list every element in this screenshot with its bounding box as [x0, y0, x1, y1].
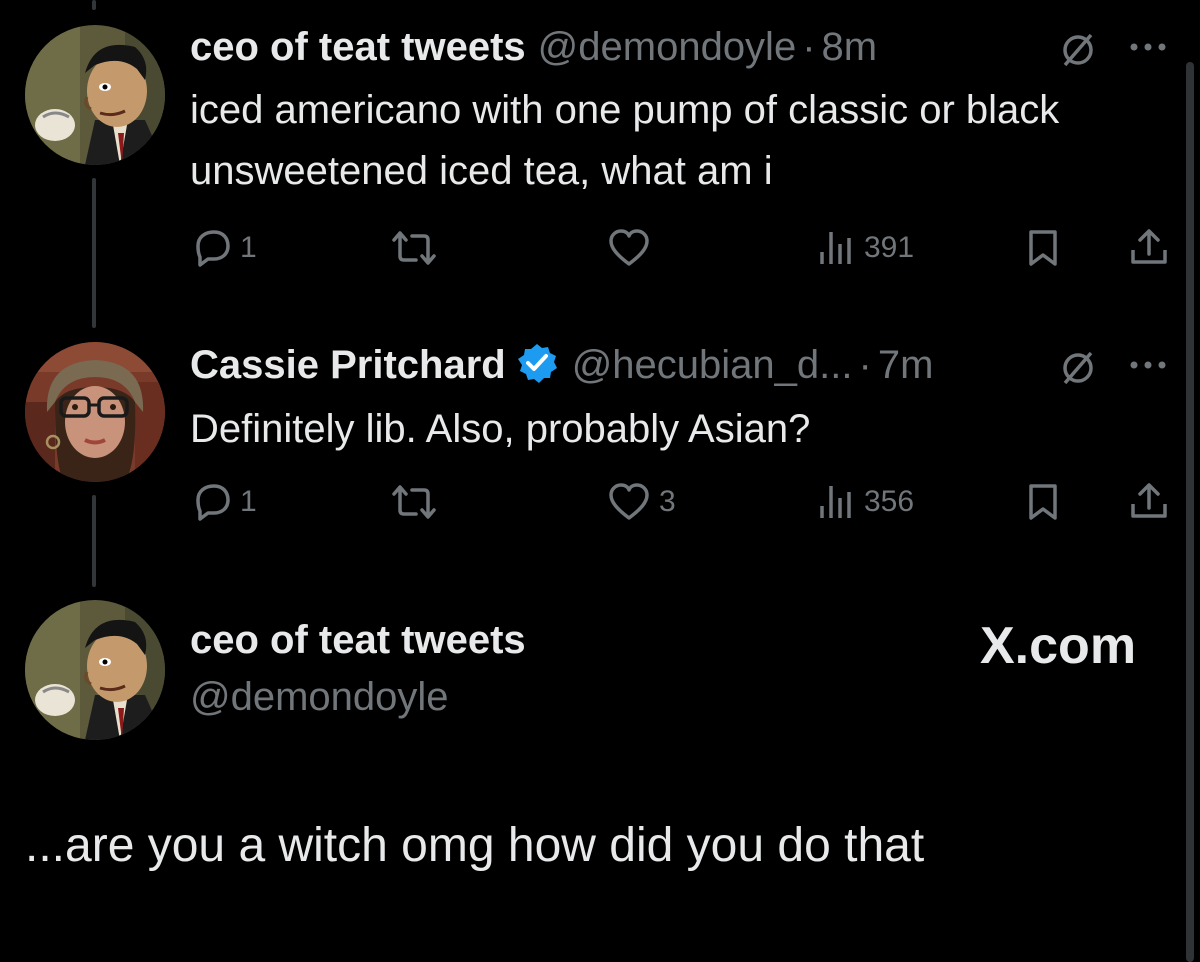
- retweet-button[interactable]: [388, 482, 448, 522]
- reply-icon: [196, 484, 230, 521]
- retweet-icon: [392, 485, 436, 519]
- display-name[interactable]: Cassie Pritchard: [190, 343, 506, 388]
- share-button[interactable]: [1128, 226, 1170, 268]
- reply-count: 1: [240, 231, 257, 264]
- bookmark-icon: [1029, 484, 1057, 520]
- avatar-demondoyle[interactable]: [25, 25, 165, 165]
- display-name[interactable]: ceo of teat tweets: [190, 25, 526, 70]
- thread-line-1: [92, 178, 96, 328]
- tweet-1-header: ceo of teat tweets @demondoyle · 8m: [190, 25, 877, 70]
- avatar-photo: [25, 342, 165, 482]
- bookmark-button[interactable]: [1025, 482, 1061, 522]
- like-button[interactable]: [607, 228, 659, 268]
- views-button[interactable]: 356: [816, 482, 914, 522]
- grok-icon[interactable]: [1058, 30, 1098, 75]
- share-icon: [1131, 483, 1167, 518]
- like-count: 3: [659, 485, 676, 518]
- avatar-demondoyle[interactable]: [25, 600, 165, 740]
- like-icon: [609, 483, 649, 520]
- retweet-button[interactable]: [388, 228, 448, 268]
- compose-handle: @demondoyle: [190, 675, 449, 719]
- reply-button[interactable]: 1: [190, 228, 257, 268]
- separator: ·: [802, 25, 816, 69]
- scrollbar[interactable]: [1186, 62, 1194, 962]
- bookmark-button[interactable]: [1025, 228, 1061, 268]
- timestamp[interactable]: 8m: [822, 25, 878, 70]
- separator: ·: [858, 343, 872, 387]
- grok-icon[interactable]: [1058, 348, 1098, 393]
- more-icon[interactable]: [1128, 40, 1168, 59]
- compose-display-name: ceo of teat tweets: [190, 618, 526, 662]
- views-icon: [820, 232, 851, 264]
- like-icon: [609, 229, 649, 266]
- like-button[interactable]: 3: [607, 482, 676, 522]
- share-icon: [1131, 229, 1167, 264]
- views-count: 356: [864, 485, 915, 518]
- avatar-illustration: [25, 25, 165, 165]
- handle[interactable]: @hecubian_d...: [572, 343, 853, 388]
- share-button[interactable]: [1128, 480, 1170, 522]
- avatar-hecubian[interactable]: [25, 342, 165, 482]
- verified-badge-icon: [516, 342, 558, 389]
- reply-count: 1: [240, 485, 257, 518]
- avatar-illustration: [25, 600, 165, 740]
- tweet-text: Definitely lib. Also, probably Asian?: [190, 407, 811, 451]
- views-count: 391: [864, 231, 915, 264]
- compose-text: ...are you a witch omg how did you do th…: [25, 819, 925, 872]
- retweet-icon: [392, 231, 436, 265]
- more-icon[interactable]: [1128, 358, 1168, 377]
- views-button[interactable]: 391: [816, 228, 914, 268]
- handle[interactable]: @demondoyle: [538, 25, 797, 70]
- thread-line-2: [92, 495, 96, 587]
- tweet-text: iced americano with one pump of classic …: [190, 88, 1060, 193]
- thread-line-top: [92, 0, 96, 10]
- timestamp[interactable]: 7m: [878, 343, 934, 388]
- tweet-2-header: Cassie Pritchard @hecubian_d... · 7m: [190, 342, 933, 389]
- bookmark-icon: [1029, 230, 1057, 266]
- reply-icon: [196, 230, 230, 267]
- x-brand-logo: X.com: [980, 617, 1137, 675]
- reply-button[interactable]: 1: [190, 482, 257, 522]
- views-icon: [820, 486, 851, 518]
